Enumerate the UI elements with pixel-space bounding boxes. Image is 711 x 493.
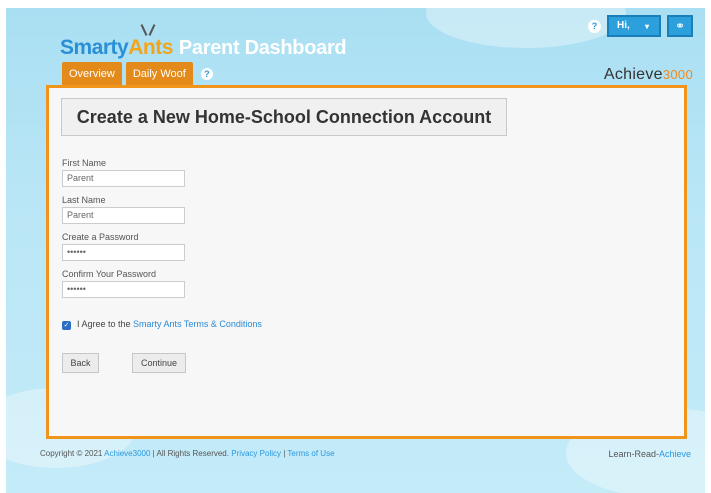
copyright-mid: | All Rights Reserved. [150, 449, 232, 458]
first-name-label: First Name [62, 158, 107, 168]
user-menu-button[interactable]: Hi, ▾ [607, 15, 661, 37]
agree-prefix: I Agree to the [77, 319, 134, 329]
achieve3000-link[interactable]: Achieve3000 [104, 449, 150, 458]
user-greeting: Hi, [617, 20, 630, 31]
agree-text: I Agree to the Smarty Ants Terms & Condi… [77, 319, 262, 329]
logo-ants-label: Ants [128, 36, 173, 59]
tab-overview[interactable]: Overview [62, 62, 122, 86]
confirm-password-field[interactable]: •••••• [62, 281, 185, 298]
first-name-field[interactable]: Parent [62, 170, 185, 187]
footer-copyright: Copyright © 2021 Achieve3000 | All Right… [40, 449, 335, 458]
password-label: Create a Password [62, 232, 139, 242]
logo-ants-text: Ants [128, 36, 173, 60]
chevron-down-icon: ▾ [644, 22, 649, 31]
page-title: Create a New Home-School Connection Acco… [61, 98, 507, 136]
dashboard-title: Parent Dashboard [178, 37, 347, 59]
ant-antennae-icon [140, 22, 156, 36]
copyright-prefix: Copyright © 2021 [40, 449, 105, 458]
terms-conditions-link[interactable]: Smarty Ants Terms & Conditions [133, 319, 262, 329]
tagline-achieve-link[interactable]: Achieve [659, 449, 691, 459]
nav-tabs: Overview Daily Woof ? [62, 62, 213, 86]
top-help-icon[interactable]: ? [588, 19, 601, 33]
achieve-logo-number: 3000 [662, 67, 693, 82]
privacy-policy-link[interactable]: Privacy Policy [231, 449, 281, 458]
confirm-password-label: Confirm Your Password [62, 269, 157, 279]
page-background: Smarty Ants Parent Dashboard Overview Da… [0, 0, 711, 493]
tagline-prefix: Learn-Read- [608, 449, 659, 459]
footer-tagline: Learn-Read-Achieve [608, 449, 691, 459]
agree-checkbox[interactable]: ✓ [62, 321, 71, 330]
password-field[interactable]: •••••• [62, 244, 185, 261]
logo-smarty-text: Smarty [60, 36, 129, 59]
last-name-label: Last Name [62, 195, 106, 205]
back-button[interactable]: Back [62, 353, 99, 373]
terms-of-use-link[interactable]: Terms of Use [287, 449, 334, 458]
help-icon[interactable]: ? [200, 68, 213, 80]
top-right-controls: ? Hi, ▾ ⚭ [584, 15, 693, 37]
form-panel: Create a New Home-School Connection Acco… [46, 85, 687, 439]
tab-daily-woof[interactable]: Daily Woof [125, 62, 193, 86]
achieve3000-logo: Achieve3000 [604, 66, 693, 84]
last-name-field[interactable]: Parent [62, 207, 185, 224]
link-icon[interactable]: ⚭ [667, 15, 693, 37]
achieve-logo-text: Achieve [603, 66, 663, 83]
continue-button[interactable]: Continue [132, 353, 186, 373]
